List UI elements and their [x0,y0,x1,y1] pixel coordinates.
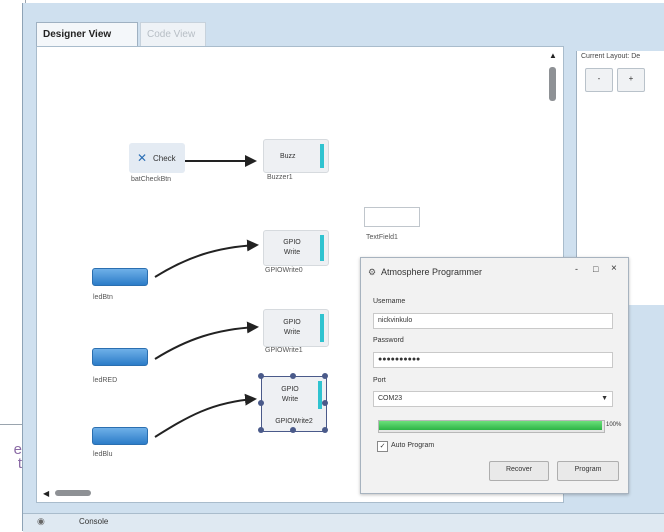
led-button-widget-2[interactable] [92,348,148,366]
textfield-node-caption: TextField1 [366,234,398,241]
led-button-widget-2-caption: ledRED [93,377,118,384]
port-select-value: COM23 [378,395,403,402]
program-button[interactable]: Program [557,461,619,481]
buzzer-node-caption: Buzzer1 [267,174,293,181]
gpio-write-node-1-line2: Write [283,249,301,256]
selection-handle-ml[interactable] [258,400,264,406]
password-field[interactable]: ●●●●●●●●●● [373,352,613,368]
check-node-caption: batCheckBtn [131,176,172,183]
layout-zoom-in-button[interactable]: + [617,68,645,92]
selection-handle-tm[interactable] [290,373,296,379]
layout-zoom-out-button[interactable]: - [585,68,613,92]
port-select[interactable]: COM23 ▼ [373,391,613,407]
auto-program-checkbox[interactable]: ✓ [377,441,388,452]
console-bar[interactable]: ◉ Console [23,513,664,532]
upload-progress-fill [379,421,602,430]
gpio-write-node-3[interactable]: GPIO Write GPIOWrite2 [261,376,327,432]
buzzer-status-bar [320,144,324,168]
horizontal-scrollbar-thumb[interactable] [55,490,91,496]
arrow-btn2-to-gpio2 [154,321,259,360]
upload-progress-text: 100% [606,422,622,428]
led-button-widget-3-caption: ledBlu [93,451,113,458]
password-label: Password [373,337,404,344]
minimize-icon[interactable]: - [575,264,578,274]
upload-progress-bar [378,420,605,433]
scroll-up-arrow-icon[interactable]: ▲ [548,51,558,61]
led-button-widget-1[interactable] [92,268,148,286]
tab-bar: Designer View Code View [23,3,664,47]
gpio-write-node-2-caption: GPIOWrite1 [265,347,303,354]
close-icon[interactable]: × [611,263,617,274]
username-field[interactable]: nickvinkulo [373,313,613,329]
gpio-write-node-3-line2: Write [281,396,299,403]
scroll-left-arrow-icon[interactable]: ◀ [43,489,53,499]
left-edge-text: e t [13,441,22,472]
check-node-label: Check [153,154,176,163]
buzzer-node[interactable]: Buzz [263,139,329,173]
console-label: Console [79,517,109,526]
gpio-write-node-3-status-bar [318,381,322,409]
port-label: Port [373,377,386,384]
selection-handle-br[interactable] [322,427,328,433]
buzzer-node-label: Buzz [280,153,296,160]
selection-handle-tl[interactable] [258,373,264,379]
gpio-write-node-1-status-bar [320,235,324,261]
selection-handle-bm[interactable] [290,427,296,433]
gpio-write-node-2-line2: Write [283,329,301,336]
maximize-icon[interactable]: □ [593,264,598,274]
gpio-write-node-2[interactable]: GPIO Write [263,309,329,347]
gpio-write-node-2-status-bar [320,314,324,342]
gpio-write-node-1-line1: GPIO [283,239,301,246]
check-node[interactable]: ✕ Check [129,143,185,173]
layout-panel-title: Current Layout: De [581,53,641,60]
led-button-widget-1-caption: ledBtn [93,294,113,301]
selection-handle-mr[interactable] [322,400,328,406]
wrench-icon: ✕ [137,151,148,165]
gpio-write-node-1[interactable]: GPIO Write [263,230,329,266]
recover-button[interactable]: Recover [489,461,549,481]
tab-designer-view[interactable]: Designer View [36,22,138,46]
username-label: Username [373,298,406,305]
selection-handle-tr[interactable] [322,373,328,379]
chevron-down-icon: ▼ [601,395,608,402]
vertical-scrollbar-thumb[interactable] [549,67,556,101]
console-icon: ◉ [37,516,45,526]
textfield-node[interactable] [364,207,420,227]
app-window: Designer View Code View ✕ Check batCheck… [22,3,664,532]
auto-program-label: Auto Program [391,442,435,449]
gpio-write-node-2-line1: GPIO [283,319,301,326]
selection-handle-bl[interactable] [258,427,264,433]
arrow-btn1-to-gpio1 [154,239,259,278]
arrow-btn3-to-gpio3 [154,393,257,438]
gpio-write-node-3-caption: GPIOWrite2 [275,418,313,425]
gpio-write-node-3-line1: GPIO [281,386,299,393]
programmer-dialog: ⚙ Atmosphere Programmer - □ × Username n… [360,257,629,494]
tab-code-view[interactable]: Code View [140,22,206,46]
led-button-widget-3[interactable] [92,427,148,445]
dialog-title: Atmosphere Programmer [381,267,483,277]
dialog-app-icon: ⚙ [368,267,377,277]
gpio-write-node-1-caption: GPIOWrite0 [265,267,303,274]
